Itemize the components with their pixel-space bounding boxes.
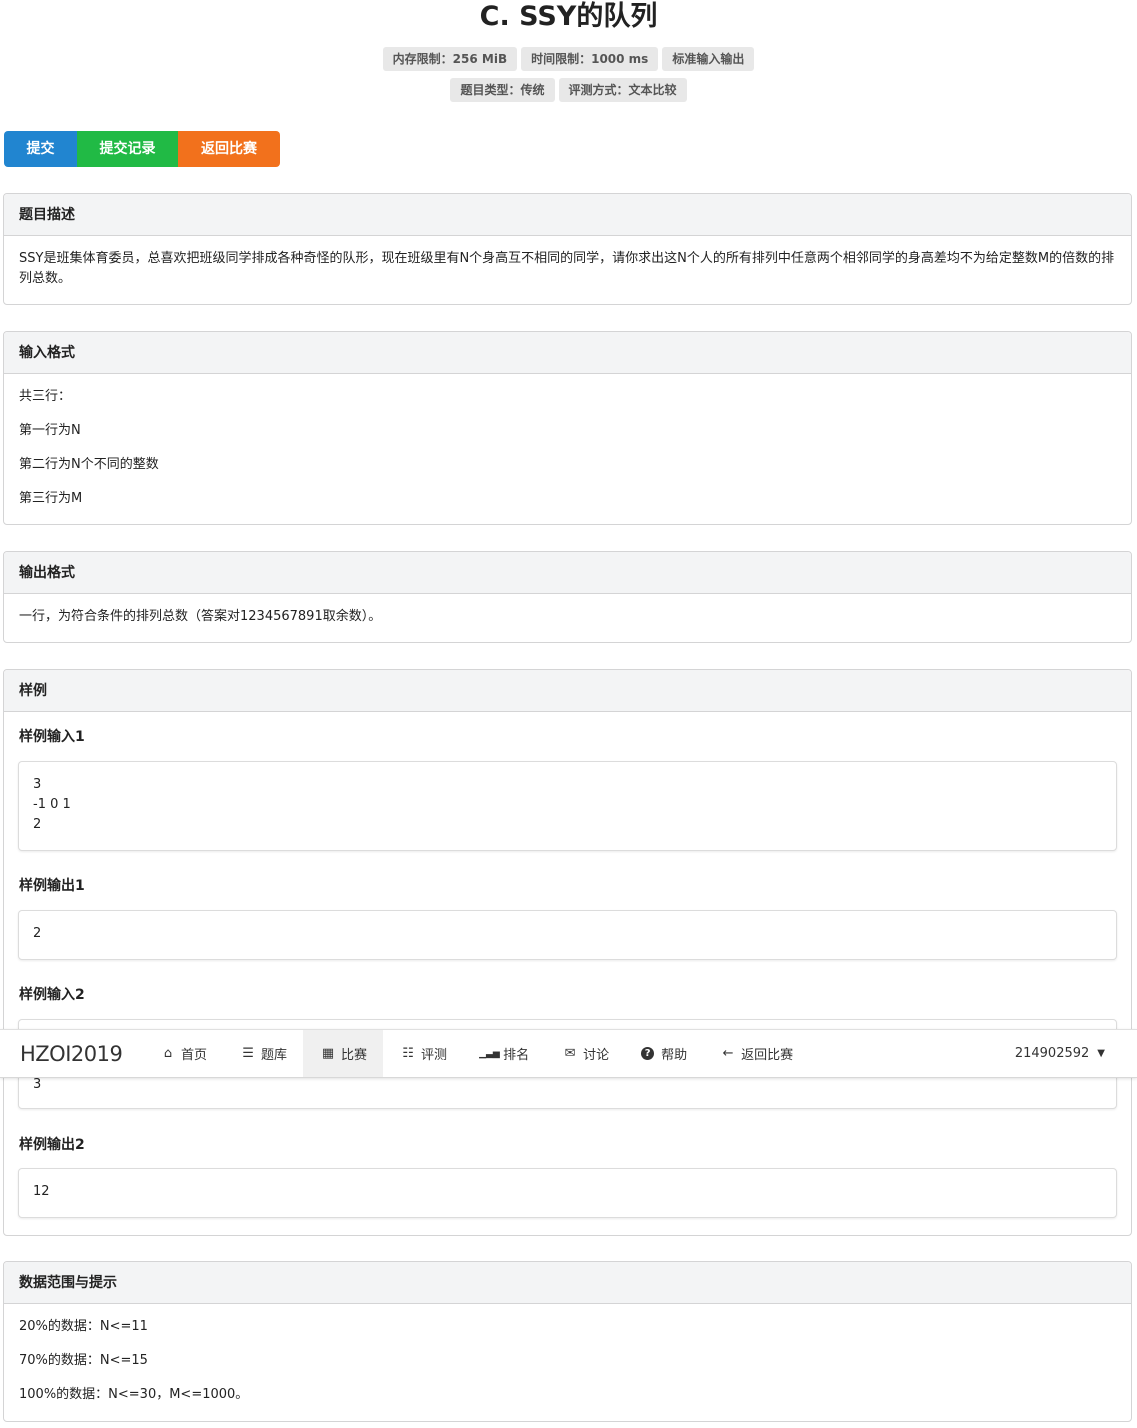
section-header: 样例 xyxy=(4,670,1131,712)
problem-page: C. SSY的队列 内存限制：256 MiB 时间限制：1000 ms 标准输入… xyxy=(0,0,1137,1428)
username: 214902592 xyxy=(1014,1046,1090,1061)
input-line: 第二行为N个不同的整数 xyxy=(19,457,159,472)
hints-section: 数据范围与提示 20%的数据：N<=11 70%的数据：N<=15 100%的数… xyxy=(3,1261,1132,1422)
arrow-left-icon: ← xyxy=(722,1046,734,1061)
caret-down-icon: ▼ xyxy=(1097,1048,1105,1059)
nav-home[interactable]: ⌂ 首页 xyxy=(143,1030,223,1077)
sample-output-2-label: 样例输出2 xyxy=(19,1137,85,1153)
sample-input-2-label: 样例输入2 xyxy=(19,987,85,1003)
comments-icon: ✉ xyxy=(564,1046,576,1061)
nav-label: 讨论 xyxy=(583,1048,610,1063)
nav-label: 排名 xyxy=(503,1048,530,1063)
back-to-contest-button[interactable]: 返回比赛 xyxy=(178,131,280,167)
nav-label: 首页 xyxy=(181,1048,208,1063)
time-limit-badge: 时间限制：1000 ms xyxy=(521,47,659,71)
nav-label: 评测 xyxy=(421,1048,448,1063)
sample-output-2[interactable]: 12 xyxy=(18,1168,1117,1218)
nav-back-contest[interactable]: ← 返回比赛 xyxy=(703,1030,809,1077)
hint-line: 20%的数据：N<=11 xyxy=(19,1319,148,1334)
nav-problems[interactable]: ☰ 题库 xyxy=(223,1030,303,1077)
sample-output-1[interactable]: 2 xyxy=(18,910,1117,960)
submission-records-button[interactable]: 提交记录 xyxy=(77,131,178,167)
limit-badges: 内存限制：256 MiB 时间限制：1000 ms 标准输入输出 xyxy=(0,47,1137,71)
problem-type-badge: 题目类型：传统 xyxy=(450,78,555,102)
description-section: 题目描述 SSY是班集体育委员，总喜欢把班级同学排成各种奇怪的队形，现在班级里有… xyxy=(3,193,1132,305)
judge-mode-badge: 评测方式：文本比较 xyxy=(558,78,687,102)
submit-button[interactable]: 提交 xyxy=(4,131,77,167)
nav-ranking[interactable]: ▁▃▅ 排名 xyxy=(463,1030,545,1077)
section-header: 输出格式 xyxy=(4,552,1131,594)
description-text: SSY是班集体育委员，总喜欢把班级同学排成各种奇怪的队形，现在班级里有N个身高互… xyxy=(19,251,1115,286)
calendar-icon: ▦ xyxy=(321,1046,335,1061)
page-title: C. SSY的队列 xyxy=(479,1,658,32)
sample-input-1[interactable]: 3 -1 0 1 2 xyxy=(18,761,1117,851)
home-icon: ⌂ xyxy=(163,1046,173,1061)
site-brand[interactable]: HZOI2019 xyxy=(0,1042,143,1066)
input-format-section: 输入格式 共三行： 第一行为N 第二行为N个不同的整数 第三行为M xyxy=(3,331,1132,525)
section-header: 输入格式 xyxy=(4,332,1131,374)
question-icon: ? xyxy=(641,1047,655,1060)
section-header: 数据范围与提示 xyxy=(4,1262,1131,1304)
nav-label: 题库 xyxy=(261,1048,288,1063)
nav-judge[interactable]: ☷ 评测 xyxy=(383,1030,463,1077)
memory-limit-badge: 内存限制：256 MiB xyxy=(382,47,518,71)
list-icon: ☰ xyxy=(242,1046,254,1061)
input-line: 第一行为N xyxy=(19,423,81,438)
nav-discussion[interactable]: ✉ 讨论 xyxy=(545,1030,625,1077)
sample-input-1-label: 样例输入1 xyxy=(19,729,85,745)
section-header: 题目描述 xyxy=(4,194,1131,236)
nav-label: 比赛 xyxy=(341,1048,368,1063)
sample-output-1-label: 样例输出1 xyxy=(19,878,85,894)
nav-label: 返回比赛 xyxy=(741,1048,794,1063)
nav-contests[interactable]: ▦ 比赛 xyxy=(303,1030,384,1077)
io-badge: 标准输入输出 xyxy=(662,47,755,71)
hint-line: 70%的数据：N<=15 xyxy=(19,1353,148,1368)
signal-icon: ▁▃▅ xyxy=(479,1048,500,1059)
nav-help[interactable]: ? 帮助 xyxy=(625,1030,703,1077)
top-navbar: HZOI2019 ⌂ 首页 ☰ 题库 ▦ 比赛 ☷ 评测 ▁▃▅ 排名 ✉ 讨论… xyxy=(0,1029,1137,1078)
tasks-icon: ☷ xyxy=(402,1046,414,1061)
user-menu[interactable]: 214902592 ▼ xyxy=(1015,1046,1137,1061)
output-format-section: 输出格式 一行，为符合条件的排列总数（答案对1234567891取余数）。 xyxy=(3,551,1132,643)
action-buttons: 提交 提交记录 返回比赛 xyxy=(4,131,280,167)
input-line: 共三行： xyxy=(19,389,72,404)
hint-line: 100%的数据：N<=30，M<=1000。 xyxy=(19,1387,249,1402)
samples-section: 样例 样例输入1 3 -1 0 1 2 样例输出1 2 样例输入2 3 样例输出… xyxy=(3,669,1132,1236)
type-badges: 题目类型：传统 评测方式：文本比较 xyxy=(0,78,1137,102)
input-line: 第三行为M xyxy=(19,491,83,506)
nav-label: 帮助 xyxy=(661,1048,688,1063)
output-text: 一行，为符合条件的排列总数（答案对1234567891取余数）。 xyxy=(19,609,382,624)
